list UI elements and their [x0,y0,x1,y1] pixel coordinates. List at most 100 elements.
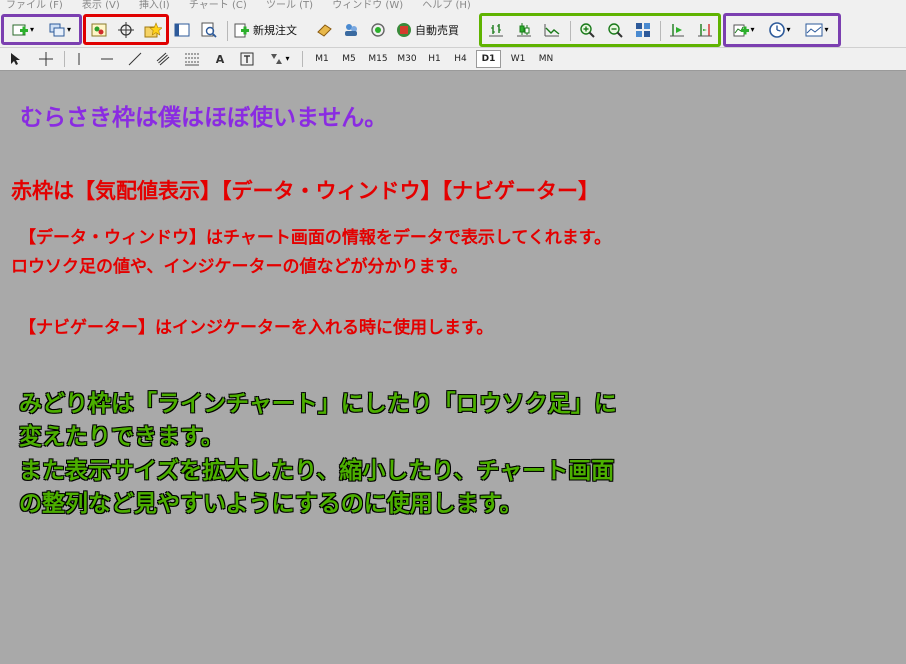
vps-button[interactable] [368,20,388,40]
toolbar-separator [227,21,228,41]
red-line-1: 【データ・ウィンドウ】はチャート画面の情報をデータで表示してくれます。 [19,228,612,248]
vertical-line-icon [78,53,80,65]
new-order-button[interactable]: 新規注文 [234,20,306,40]
timeframe-h4[interactable]: H4 [448,50,473,68]
line-chart-button[interactable] [541,20,563,40]
new-chart-icon [12,24,28,36]
chart-shift-button[interactable] [694,20,716,40]
text-tool-button[interactable]: A [211,50,229,68]
menu-bar: ファイル (F) 表示 (V) 挿入(I) チャート (C) ツール (T) ウ… [0,0,906,13]
chevron-down-icon: ▾ [66,25,71,34]
chart-canvas: むらさき枠は僕はほぼ使いません。 赤枠は【気配値表示】【データ・ウィンドウ】【ナ… [0,71,906,664]
menu-insert[interactable]: 挿入(I) [139,0,170,11]
crosshair-icon [39,52,53,66]
chart-shift-icon [698,24,712,37]
purple-note: むらさき枠は僕はほぼ使いません。 [20,105,388,131]
new-chart-button[interactable]: ▾ [6,20,40,40]
fibonacci-button[interactable] [182,50,202,68]
zoom-in-button[interactable] [576,20,598,40]
channel-icon [156,52,170,66]
chevron-down-icon: ▾ [786,25,791,34]
toolbar-separator [570,21,571,41]
navigator-button[interactable] [142,20,164,40]
chevron-down-icon: ▾ [29,25,34,34]
timeframe-mn[interactable]: MN [533,50,559,68]
new-order-icon [234,23,249,37]
signals-book-icon [317,24,332,37]
crosshair-target-icon [118,22,134,38]
timeframe-m5[interactable]: M5 [336,50,362,68]
bar-chart-icon [489,24,503,37]
text-label-icon [240,52,254,66]
vps-signal-icon [371,23,385,37]
menu-view[interactable]: 表示 (V) [82,0,120,11]
bar-chart-button[interactable] [485,20,507,40]
market-watch-button[interactable] [88,20,110,40]
text-label-button[interactable] [238,50,256,68]
arrows-button[interactable]: ▾ [264,50,294,68]
templates-button[interactable]: ▾ [801,20,833,40]
text-tool-icon: A [215,52,225,66]
chevron-down-icon: ▾ [285,54,290,63]
templates-icon [805,23,823,37]
menu-chart[interactable]: チャート (C) [189,0,247,11]
timeframe-m15[interactable]: M15 [364,50,392,68]
community-people-icon [345,24,357,36]
chevron-down-icon: ▾ [824,25,829,34]
community-button[interactable] [341,20,361,40]
menu-tools[interactable]: ツール (T) [266,0,313,11]
profiles-icon [49,23,65,37]
vertical-line-button[interactable] [70,50,88,68]
zoom-in-icon [580,23,595,38]
tile-windows-icon [636,23,650,37]
timeframe-h1[interactable]: H1 [423,50,446,68]
auto-trading-button[interactable]: 自動売買 [396,20,470,40]
crosshair-button[interactable] [37,50,55,68]
data-window-button[interactable] [115,20,137,40]
green-line-2: 変えたりできます。 [19,424,224,450]
zoom-out-icon [608,23,623,38]
green-line-1: みどり枠は「ラインチャート」にしたり「ロウソク足」に [19,391,617,417]
auto-scroll-icon [670,24,684,37]
periods-button[interactable]: ▾ [765,20,795,40]
terminal-button[interactable] [172,20,192,40]
horizontal-line-button[interactable] [98,50,116,68]
menu-window[interactable]: ウィンドウ (W) [332,0,403,11]
profiles-button[interactable]: ▾ [44,20,76,40]
toolbar-separator [660,21,661,41]
menu-file[interactable]: ファイル (F) [6,0,63,11]
zoom-out-button[interactable] [604,20,626,40]
auto-scroll-button[interactable] [666,20,688,40]
green-line-4: の整列など見やすいようにするのに使用します。 [19,491,523,517]
red-heading: 赤枠は【気配値表示】【データ・ウィンドウ】【ナビゲーター】 [11,179,599,203]
equidistant-channel-button[interactable] [154,50,174,68]
candlestick-button[interactable] [513,20,535,40]
red-line-3: 【ナビゲーター】はインジケーターを入れる時に使用します。 [19,318,494,338]
timeframe-m30[interactable]: M30 [393,50,421,68]
horizontal-line-icon [101,58,113,60]
arrows-icon [271,54,283,64]
strategy-tester-button[interactable] [199,20,219,40]
market-watch-icon [91,23,107,37]
arrow-cursor-icon [11,53,20,65]
auto-trading-label: 自動売買 [415,23,459,37]
signals-button[interactable] [314,20,334,40]
trendline-button[interactable] [126,50,144,68]
tile-windows-button[interactable] [632,20,654,40]
new-order-label: 新規注文 [253,23,297,37]
chevron-down-icon: ▾ [750,25,755,34]
menu-help[interactable]: ヘルプ (H) [422,0,471,11]
indicators-button[interactable]: ▾ [729,20,759,40]
toolbar-separator [302,51,303,67]
timeframe-w1[interactable]: W1 [505,50,531,68]
candlestick-icon [517,23,531,37]
auto-trading-icon [397,23,411,37]
line-chart-icon [544,24,560,37]
timeframe-d1[interactable]: D1 [476,50,501,68]
timeframe-m1[interactable]: M1 [310,50,334,68]
cursor-button[interactable] [7,50,25,68]
fibonacci-icon [185,53,199,66]
trendline-icon [128,52,142,66]
navigator-star-icon [144,22,162,38]
red-line-2: ロウソク足の値や、インジケーターの値などが分かります。 [11,257,468,277]
